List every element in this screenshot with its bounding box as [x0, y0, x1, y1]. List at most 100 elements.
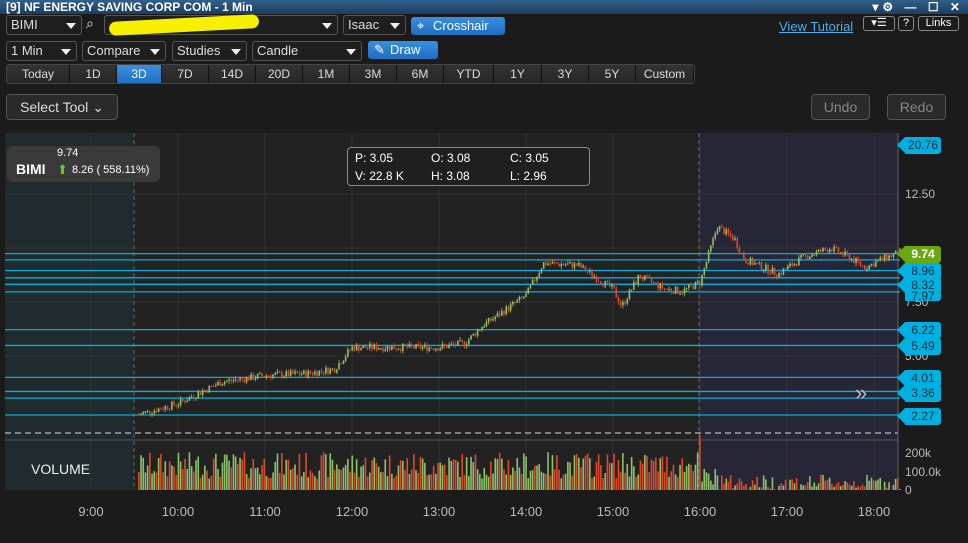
volume-bar — [157, 458, 160, 490]
draw-button[interactable]: ✎ Draw — [368, 41, 438, 59]
candle — [815, 251, 818, 255]
volume-bar — [327, 476, 329, 490]
candle — [628, 289, 631, 300]
volume-bar — [672, 464, 675, 490]
volume-bar — [756, 476, 758, 490]
volume-bar — [369, 472, 371, 490]
candle — [736, 238, 739, 249]
candle — [624, 301, 626, 304]
account-dropdown[interactable]: Isaac — [343, 15, 406, 35]
volume-bar — [804, 485, 807, 490]
volume-bar — [498, 452, 501, 490]
volume-bar — [490, 461, 492, 490]
range-tab-3m[interactable]: 3M — [350, 65, 397, 83]
candle — [776, 274, 778, 277]
studies-dropdown[interactable]: Studies — [172, 41, 247, 61]
range-tab-7d[interactable]: 7D — [162, 65, 209, 83]
volume-bar — [545, 473, 547, 490]
candle — [237, 379, 239, 381]
undo-button[interactable]: Undo — [811, 94, 870, 120]
volume-bar — [298, 454, 301, 490]
volume-bar — [630, 456, 633, 490]
volume-bar — [382, 472, 384, 490]
candle — [826, 249, 829, 253]
symbol-input[interactable]: BIMI — [6, 15, 82, 35]
candle — [534, 279, 536, 281]
range-tab-1d[interactable]: 1D — [70, 65, 117, 83]
volume-bar — [899, 489, 901, 490]
candle — [883, 254, 886, 260]
interval-dropdown[interactable]: 1 Min — [6, 41, 77, 61]
range-tab-1y[interactable]: 1Y — [494, 65, 542, 83]
crosshair-button[interactable]: ⌖ Crosshair — [411, 17, 505, 35]
volume-bar — [839, 486, 842, 490]
range-tab-today[interactable]: Today — [7, 65, 70, 83]
range-tab-20d[interactable]: 20D — [256, 65, 303, 83]
menu-button[interactable]: ▾☰ — [863, 16, 895, 31]
candle — [215, 385, 217, 387]
range-tab-ytd[interactable]: YTD — [444, 65, 494, 83]
candle — [344, 356, 347, 361]
range-tab-1m[interactable]: 1M — [303, 65, 350, 83]
volume-bar — [617, 460, 620, 490]
candle — [547, 263, 549, 265]
candle — [320, 370, 323, 372]
volume-bar — [239, 457, 241, 490]
candle — [584, 265, 587, 272]
candle — [173, 401, 175, 406]
volume-bar — [692, 470, 695, 490]
range-tab-3y[interactable]: 3Y — [542, 65, 589, 83]
search-input[interactable] — [104, 14, 338, 36]
links-button[interactable]: Links — [918, 16, 959, 31]
range-tab-3d[interactable]: 3D — [117, 65, 162, 83]
candle — [754, 262, 756, 265]
range-tab-custom[interactable]: Custom — [636, 65, 694, 83]
candle — [833, 246, 835, 252]
quote-box: 9.74 BIMI ⬆ 8.26 ( 558.11%) — [7, 146, 160, 182]
volume-bar — [842, 484, 844, 490]
volume-bar — [855, 487, 857, 490]
chart-type-dropdown[interactable]: Candle — [252, 41, 362, 61]
arrow-up-icon: ⬆ — [57, 162, 68, 177]
candle — [221, 384, 224, 386]
redo-button[interactable]: Redo — [887, 94, 946, 120]
candle — [347, 349, 349, 357]
volume-bar — [300, 476, 303, 490]
volume-bar — [674, 474, 677, 490]
volume-bar — [316, 478, 318, 490]
volume-bar — [261, 465, 263, 490]
volume-bar — [487, 476, 490, 490]
volume-bar — [747, 489, 750, 490]
account-value: Isaac — [348, 17, 380, 32]
candle — [749, 258, 752, 265]
candle — [210, 385, 213, 387]
volume-bar — [538, 464, 541, 490]
volume-bar — [408, 473, 411, 490]
candle — [644, 275, 646, 280]
candle — [738, 248, 741, 254]
help-button[interactable]: ? — [898, 16, 914, 31]
range-tab-6m[interactable]: 6M — [397, 65, 444, 83]
candle — [604, 280, 607, 286]
compare-dropdown[interactable]: Compare — [82, 41, 166, 61]
volume-bar — [567, 461, 569, 490]
volume-bar — [303, 472, 305, 490]
range-tab-14d[interactable]: 14D — [209, 65, 256, 83]
candle — [877, 260, 879, 262]
window-controls[interactable]: ▾⚙ — ☐ ✕ — [872, 0, 964, 14]
range-tab-5y[interactable]: 5Y — [589, 65, 636, 83]
ohlc-h: H: 3.08 — [431, 169, 470, 183]
candle — [817, 249, 820, 252]
volume-bar — [160, 453, 162, 490]
volume-bar — [562, 474, 565, 490]
volume-bar — [472, 462, 475, 490]
select-tool-dropdown[interactable]: Select Tool ⌄ — [6, 94, 118, 120]
volume-bar — [534, 465, 536, 490]
view-tutorial-link[interactable]: View Tutorial — [779, 19, 853, 34]
scroll-right-icon[interactable]: » — [855, 380, 867, 406]
volume-bar — [296, 474, 299, 490]
candle — [608, 281, 611, 287]
candle — [674, 286, 677, 294]
volume-bar — [386, 476, 389, 490]
volume-bar — [294, 464, 296, 490]
